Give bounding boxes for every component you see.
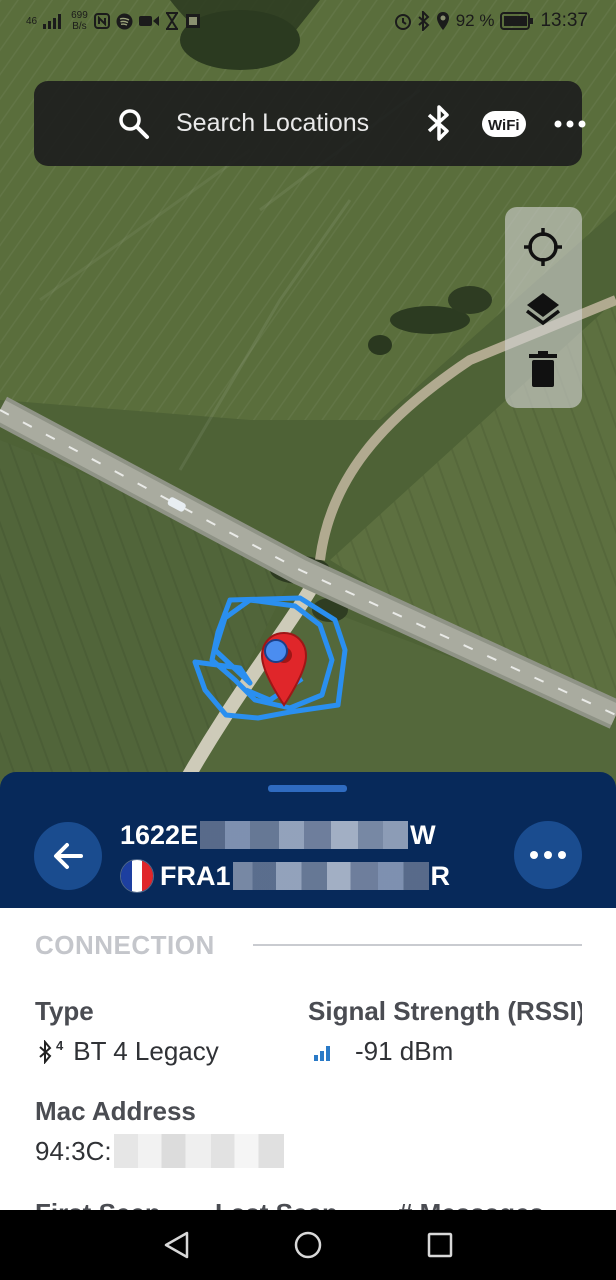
- network-speed: 699 B/s: [71, 10, 88, 32]
- more-options-button[interactable]: [514, 821, 582, 889]
- video-icon: [138, 16, 159, 26]
- layers-icon[interactable]: [523, 289, 563, 329]
- bluetooth-icon[interactable]: [425, 105, 453, 141]
- clock: 13:37: [540, 10, 588, 31]
- alarm-icon: [394, 14, 411, 30]
- speed-value: 699: [71, 10, 88, 21]
- network-type: 46: [26, 15, 38, 27]
- device-id-prefix: 1622E: [120, 819, 199, 850]
- delete-icon[interactable]: [523, 349, 563, 389]
- messages-label: # Messages: [398, 1198, 544, 1210]
- france-flag-icon: [120, 859, 154, 893]
- status-bar: 46 699 B/s 92 % 13:37: [0, 0, 616, 46]
- device-details[interactable]: CONNECTION Type 4 BT 4 Legacy Signal Str…: [0, 908, 616, 1210]
- locate-icon[interactable]: [523, 227, 563, 267]
- device-id-suffix: W: [410, 819, 436, 850]
- mac-prefix: 94:3C:: [35, 1135, 112, 1166]
- registration-id: FRA1 R: [120, 859, 450, 893]
- signal-value: -91 dBm: [313, 1036, 453, 1067]
- battery-percent: 92 %: [455, 11, 495, 30]
- mac-label: Mac Address: [35, 1096, 196, 1126]
- arrow-left-icon: [54, 843, 83, 869]
- home-nav-icon[interactable]: [293, 1230, 323, 1260]
- spotify-icon: [116, 13, 133, 29]
- hourglass-icon: [165, 12, 178, 30]
- signal-text: -91 dBm: [355, 1036, 454, 1066]
- back-button[interactable]: [34, 822, 102, 890]
- registration-suffix: R: [430, 860, 451, 891]
- recents-nav-icon[interactable]: [425, 1230, 455, 1260]
- section-title: CONNECTION: [35, 930, 215, 960]
- bluetooth-icon: [418, 11, 430, 31]
- battery-icon: [500, 12, 534, 30]
- type-badge: 4: [56, 1038, 64, 1053]
- svg-text:WiFi: WiFi: [488, 117, 520, 134]
- redacted-block: [232, 862, 429, 890]
- device-sheet-header[interactable]: 1622E W FRA1 R: [0, 772, 616, 908]
- location-icon: [436, 12, 449, 30]
- device-id: 1622E W: [120, 819, 436, 851]
- speed-unit: B/s: [72, 21, 87, 32]
- wifi-icon[interactable]: WiFi: [481, 109, 527, 139]
- back-nav-icon[interactable]: [162, 1230, 192, 1260]
- current-position-icon: [264, 639, 288, 663]
- search-input[interactable]: Search Locations: [176, 109, 369, 138]
- search-icon[interactable]: [118, 108, 150, 140]
- search-bar[interactable]: Search Locations WiFi: [34, 81, 586, 166]
- registration-prefix: FRA1: [160, 860, 231, 891]
- map-tools-panel: [505, 207, 582, 408]
- type-label: Type: [35, 996, 94, 1026]
- redacted-block: [113, 1134, 284, 1168]
- type-value: 4 BT 4 Legacy: [38, 1036, 219, 1067]
- navigation-bar: [0, 1210, 616, 1280]
- signal-icon: [43, 14, 62, 29]
- first-seen-label: First Seen: [35, 1198, 161, 1210]
- bluetooth-icon: [39, 1039, 52, 1064]
- drag-handle[interactable]: [268, 785, 347, 792]
- nfc-icon: [93, 13, 110, 29]
- app-icon: [185, 14, 200, 28]
- more-icon: [530, 851, 566, 859]
- more-icon[interactable]: [553, 109, 587, 139]
- mac-value: 94:3C:: [35, 1134, 284, 1168]
- type-text: BT 4 Legacy: [73, 1036, 219, 1066]
- section-divider: [253, 944, 582, 946]
- signal-label: Signal Strength (RSSI): [308, 996, 582, 1026]
- last-seen-label: Last Seen: [215, 1198, 338, 1210]
- signal-bars-icon: [314, 1045, 330, 1061]
- redacted-block: [200, 821, 409, 849]
